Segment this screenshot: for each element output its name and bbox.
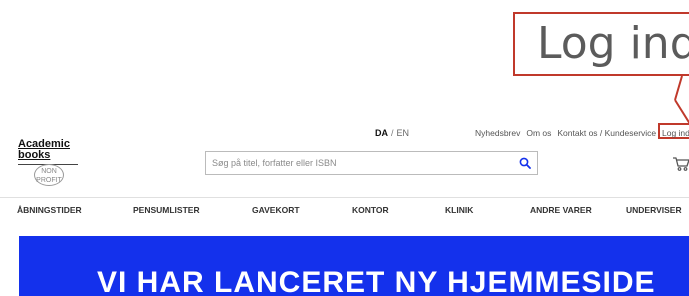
nav-item-andre-varer[interactable]: ANDRE VARER <box>530 205 592 215</box>
non-profit-stamp: NON PROFIT <box>34 164 64 186</box>
language-separator: / <box>391 128 394 138</box>
about-link[interactable]: Om os <box>526 128 551 138</box>
nav-item-pensumlister[interactable]: PENSUMLISTER <box>133 205 200 215</box>
banner-headline: VI HAR LANCERET NY HJEMMESIDE <box>97 266 656 296</box>
nav-item-klinik[interactable]: KLINIK <box>445 205 473 215</box>
login-link[interactable]: Log ind <box>662 128 689 138</box>
search-input[interactable] <box>212 156 502 170</box>
callout-login-text: Log ind <box>537 18 689 69</box>
main-nav: ÅBNINGSTIDER PENSUMLISTER GAVEKORT KONTO… <box>0 197 689 223</box>
search-icon[interactable] <box>519 157 531 169</box>
hero-banner[interactable]: VI HAR LANCERET NY HJEMMESIDE <box>19 236 689 296</box>
nav-item-aabningstider[interactable]: ÅBNINGSTIDER <box>17 205 82 215</box>
nav-item-gavekort[interactable]: GAVEKORT <box>252 205 300 215</box>
language-switcher: DA / EN <box>375 128 409 138</box>
search-bar <box>205 151 538 175</box>
cart-icon[interactable] <box>672 156 689 172</box>
nav-item-kontor[interactable]: KONTOR <box>352 205 389 215</box>
nav-item-underviser[interactable]: UNDERVISER <box>626 205 682 215</box>
contact-link[interactable]: Kontakt os / Kundeservice <box>557 128 656 138</box>
language-da[interactable]: DA <box>375 128 388 138</box>
newsletter-link[interactable]: Nyhedsbrev <box>475 128 520 138</box>
top-links: Nyhedsbrev Om os Kontakt os / Kundeservice <box>475 128 662 138</box>
logo-text-line2: books <box>18 149 51 161</box>
site-logo[interactable]: Academic books NON PROFIT <box>18 138 78 188</box>
language-en[interactable]: EN <box>397 128 410 138</box>
zoom-callout: Log ind <box>513 12 689 76</box>
